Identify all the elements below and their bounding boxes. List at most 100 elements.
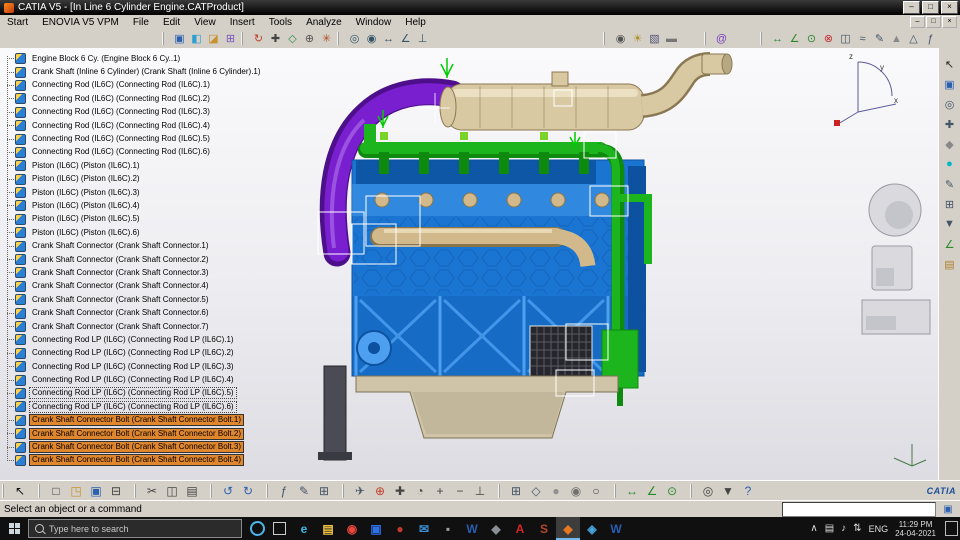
taskbar-mail-icon[interactable]: ✉ — [412, 517, 436, 540]
shaded-edges-view-icon[interactable]: ◉ — [566, 483, 586, 500]
maximize-button[interactable]: □ — [922, 1, 939, 14]
menu-item[interactable]: Edit — [156, 17, 187, 28]
doc-restore-button[interactable]: □ — [926, 16, 941, 28]
mount-bracket-part[interactable] — [318, 365, 352, 461]
tree-item[interactable]: Connecting Rod LP (IL6C) (Connecting Rod… — [3, 333, 264, 346]
camera-icon[interactable]: ◉ — [612, 31, 629, 47]
clash-analysis-icon[interactable]: ⊗ — [820, 31, 837, 47]
taskbar-word-icon[interactable]: W — [460, 517, 484, 540]
taskbar-app-gray-icon[interactable]: ◆ — [484, 517, 508, 540]
distance-analysis-icon[interactable]: ≈ — [854, 31, 871, 47]
menu-item[interactable]: Help — [398, 17, 433, 28]
measure-between-icon[interactable]: ↔ — [622, 483, 642, 500]
filters-icon[interactable]: ▼ — [941, 216, 959, 232]
taskbar-terminal-icon[interactable]: ▪ — [436, 517, 460, 540]
menu-item[interactable]: Insert — [223, 17, 262, 28]
tree-item[interactable]: Connecting Rod LP (IL6C) (Connecting Rod… — [3, 373, 264, 386]
action-center-icon[interactable] — [945, 521, 958, 536]
menu-item[interactable]: ENOVIA V5 VPM — [35, 17, 126, 28]
tree-item[interactable]: Piston (IL6C) (Piston (IL6C).5) — [3, 213, 264, 226]
tree-item[interactable]: Engine Block 6 Cy. (Engine Block 6 Cy..1… — [3, 52, 264, 65]
tree-item[interactable]: Connecting Rod (IL6C) (Connecting Rod (I… — [3, 92, 264, 105]
taskbar-file-explorer-icon[interactable]: ▤ — [316, 517, 340, 540]
menu-item[interactable]: Window — [349, 17, 399, 28]
tree-item[interactable]: Piston (IL6C) (Piston (IL6C).4) — [3, 199, 264, 212]
menu-item[interactable]: View — [187, 17, 223, 28]
tree-item[interactable]: Crank Shaft Connector Bolt (Crank Shaft … — [3, 454, 264, 467]
iso-view-icon[interactable]: ◇ — [526, 483, 546, 500]
magnifier-icon[interactable]: ◎ — [698, 483, 718, 500]
snap-icon[interactable]: ⊕ — [301, 31, 318, 47]
print-icon[interactable]: ⊟ — [106, 483, 126, 500]
move-toolbar-icon[interactable]: ✚ — [941, 116, 959, 132]
doc-close-button[interactable]: × — [942, 16, 957, 28]
fly-mode-icon[interactable]: ✈ — [350, 483, 370, 500]
zoom-in-icon[interactable]: + — [430, 483, 450, 500]
annotation-icon[interactable]: ✎ — [871, 31, 888, 47]
taskbar-app-blue-icon[interactable]: ◈ — [580, 517, 604, 540]
publication-icon[interactable]: △ — [905, 31, 922, 47]
product-node-icon[interactable]: ▣ — [941, 76, 959, 92]
zoom-out-icon[interactable]: − — [450, 483, 470, 500]
depth-effect-icon[interactable]: ▧ — [646, 31, 663, 47]
manipulation-icon[interactable]: ✚ — [267, 31, 284, 47]
taskbar-chrome-icon[interactable]: ◉ — [340, 517, 364, 540]
tree-item[interactable]: Crank Shaft Connector Bolt (Crank Shaft … — [3, 440, 264, 454]
constraints-toolbar-icon[interactable]: ◎ — [941, 96, 959, 112]
taskbar-word2-icon[interactable]: W — [604, 517, 628, 540]
compass[interactable]: x y z — [834, 52, 898, 126]
tree-item[interactable]: Crank Shaft Connector (Crank Shaft Conne… — [3, 280, 264, 293]
language-indicator[interactable]: ENG — [869, 524, 889, 534]
offset-constraint-icon[interactable]: ↔ — [380, 31, 397, 47]
tree-item[interactable]: Connecting Rod LP (IL6C) (Connecting Rod… — [3, 387, 264, 400]
open-file-icon[interactable]: ◳ — [66, 483, 86, 500]
scenes-icon[interactable]: ⊞ — [941, 196, 959, 212]
weld-feature-icon[interactable]: ▲ — [888, 31, 905, 47]
tray-volume-icon[interactable]: ♪ — [841, 523, 846, 534]
redo-icon[interactable]: ↻ — [238, 483, 258, 500]
mass-properties-icon[interactable]: ⊙ — [662, 483, 682, 500]
contact-constraint-icon[interactable]: ◉ — [363, 31, 380, 47]
existing-component-icon[interactable]: ⊞ — [222, 31, 239, 47]
menu-item[interactable]: Start — [0, 17, 35, 28]
design-table-icon[interactable]: ⊞ — [314, 483, 334, 500]
taskbar-catia-icon[interactable]: ◆ — [556, 517, 580, 540]
tree-item[interactable]: Crank Shaft (Inline 6 Cylinder) (Crank S… — [3, 65, 264, 78]
ground-icon[interactable]: ▬ — [663, 31, 680, 47]
tree-item[interactable]: Crank Shaft Connector (Crank Shaft Conne… — [3, 320, 264, 333]
annotations-toolbar-icon[interactable]: ✎ — [941, 176, 959, 192]
tree-item[interactable]: Crank Shaft Connector (Crank Shaft Conne… — [3, 266, 264, 279]
update-icon[interactable]: ↻ — [250, 31, 267, 47]
select-cursor-icon[interactable]: ↖ — [10, 483, 30, 500]
select-tool-icon[interactable]: ↖ — [941, 56, 959, 72]
pen-icon[interactable]: ✎ — [294, 483, 314, 500]
tray-pc-icon[interactable]: ▤ — [825, 523, 834, 534]
start-button[interactable] — [0, 517, 28, 540]
tree-item[interactable]: Connecting Rod LP (IL6C) (Connecting Rod… — [3, 347, 264, 360]
catalogs-icon[interactable]: ▼ — [718, 483, 738, 500]
exhaust-elbow-part[interactable] — [640, 52, 733, 118]
tree-item[interactable]: Crank Shaft Connector Bolt (Crank Shaft … — [3, 427, 264, 440]
tree-item[interactable]: Piston (IL6C) (Piston (IL6C).3) — [3, 186, 264, 199]
close-button[interactable]: × — [941, 1, 958, 14]
doc-minimize-button[interactable]: – — [910, 16, 925, 28]
paste-icon[interactable]: ▤ — [182, 483, 202, 500]
tree-item[interactable]: Connecting Rod (IL6C) (Connecting Rod (I… — [3, 132, 264, 145]
multi-view-icon[interactable]: ⊞ — [506, 483, 526, 500]
tray-network-icon[interactable]: ⇅ — [853, 523, 861, 534]
measure-item-icon[interactable]: ∠ — [786, 31, 803, 47]
knowledge-fx-icon[interactable]: ƒ — [274, 483, 294, 500]
wireframe-view-icon[interactable]: ○ — [586, 483, 606, 500]
normal-view-icon[interactable]: ⊥ — [470, 483, 490, 500]
space-analysis-icon[interactable]: ● — [941, 156, 959, 172]
taskbar-sql-icon[interactable]: S — [532, 517, 556, 540]
taskbar-app-red-icon[interactable]: ● — [388, 517, 412, 540]
fit-all-in-icon[interactable]: ⊕ — [370, 483, 390, 500]
tree-item[interactable]: Crank Shaft Connector (Crank Shaft Conne… — [3, 253, 264, 266]
coincidence-constraint-icon[interactable]: ◎ — [346, 31, 363, 47]
tree-item[interactable]: Connecting Rod LP (IL6C) (Connecting Rod… — [3, 360, 264, 373]
menu-item[interactable]: Analyze — [299, 17, 349, 28]
taskbar-clock[interactable]: 11:29 PM 24-04-2021 — [895, 520, 936, 538]
measure-toolbar-icon[interactable]: ∠ — [941, 236, 959, 252]
tree-item[interactable]: Crank Shaft Connector (Crank Shaft Conne… — [3, 306, 264, 319]
